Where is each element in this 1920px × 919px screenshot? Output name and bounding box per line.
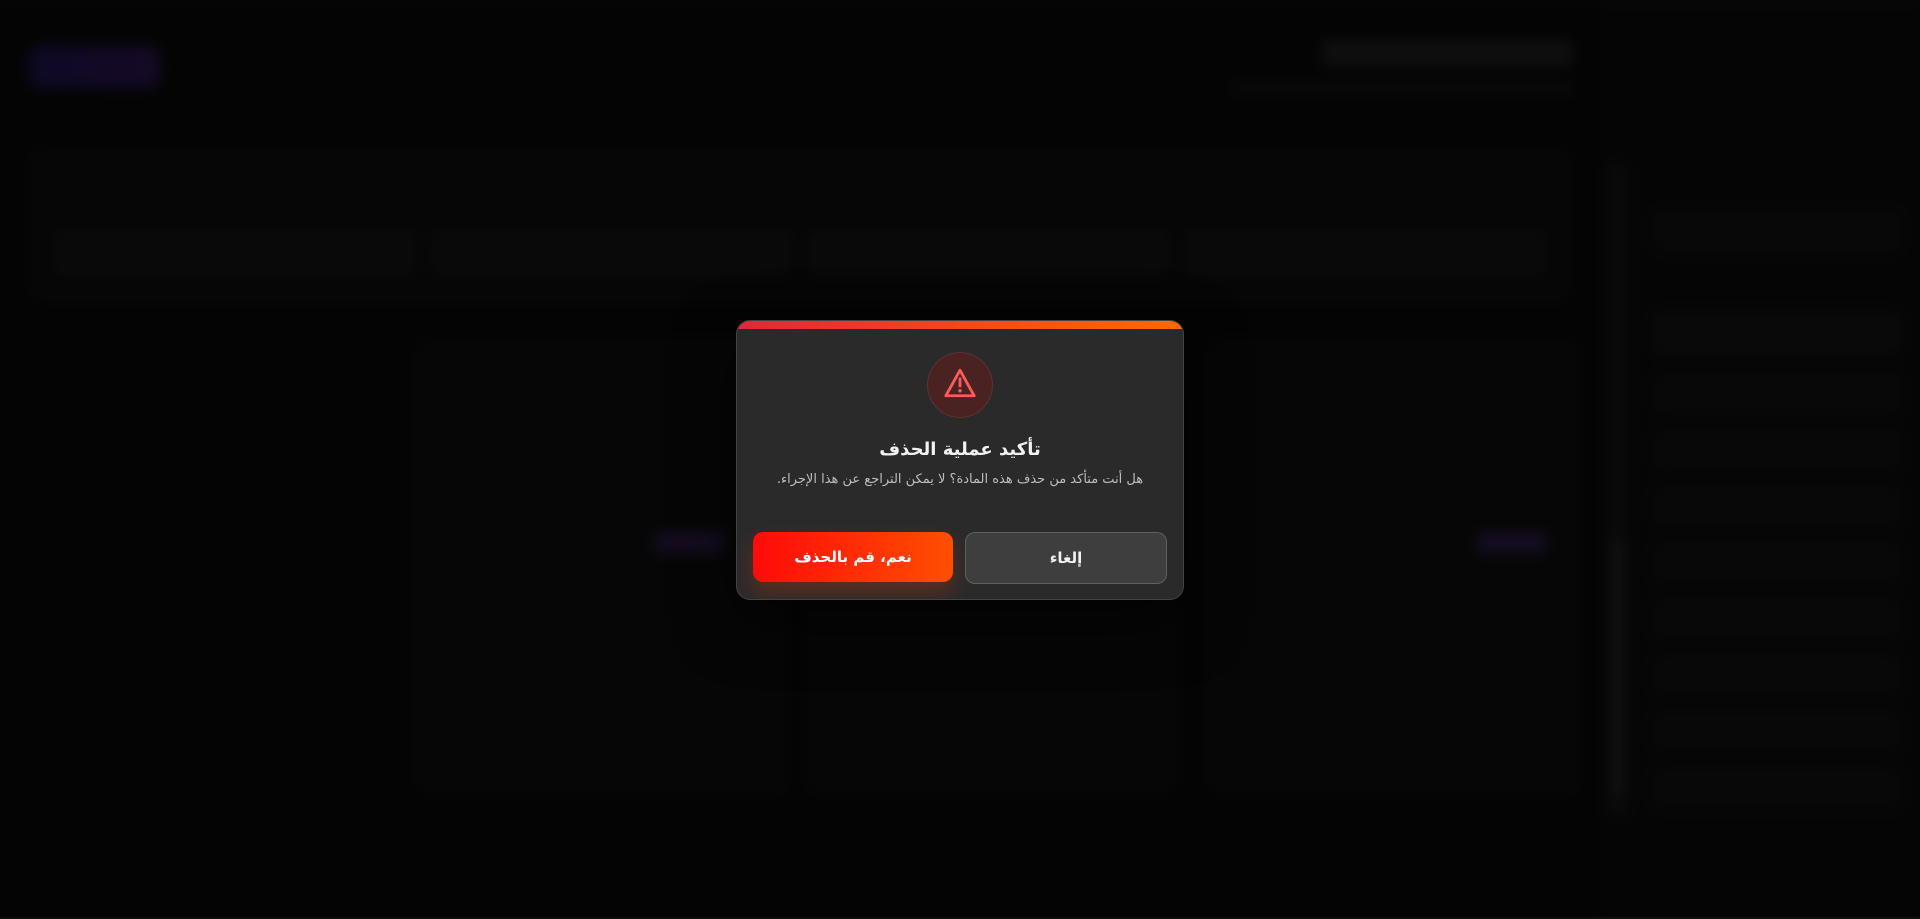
delete-confirmation-modal: تأكيد عملية الحذف هل أنت متأكد من حذف هذ…: [736, 320, 1184, 600]
warning-triangle-icon: [943, 366, 977, 404]
modal-message: هل أنت متأكد من حذف هذه المادة؟ لا يمكن …: [737, 472, 1183, 487]
modal-accent-bar: [737, 321, 1183, 329]
confirm-delete-button[interactable]: نعم، قم بالحذف: [753, 532, 953, 582]
modal-title: تأكيد عملية الحذف: [737, 439, 1183, 460]
cancel-button[interactable]: إلغاء: [965, 532, 1167, 584]
warning-icon-container: [927, 352, 993, 418]
